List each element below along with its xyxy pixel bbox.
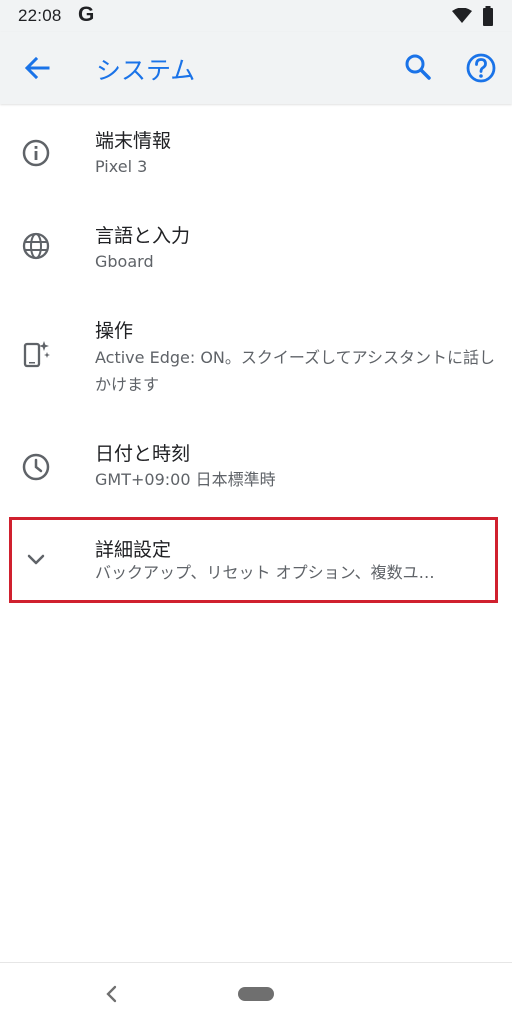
google-icon: G <box>78 3 95 26</box>
item-title: 端末情報 <box>95 130 172 152</box>
item-subtitle: Pixel 3 <box>95 157 148 176</box>
status-bar: 22:08 G <box>0 0 512 32</box>
home-pill-button[interactable] <box>238 987 274 1001</box>
item-title: 言語と入力 <box>95 225 191 247</box>
item-subtitle: Active Edge: ON。スクイーズしてアシスタントに話しかけます <box>95 348 495 394</box>
list-item-date-time[interactable]: 日付と時刻 GMT+09:00 日本標準時 <box>0 414 512 514</box>
app-bar: システム <box>0 32 512 104</box>
highlight-box <box>9 517 498 603</box>
navigation-bar <box>0 962 512 1025</box>
clock-icon <box>22 453 50 481</box>
back-arrow-icon[interactable] <box>18 54 54 82</box>
list-item-gestures[interactable]: 操作 Active Edge: ON。スクイーズしてアシスタントに話しかけます <box>0 294 512 414</box>
battery-icon <box>483 6 493 26</box>
phone-gesture-icon <box>23 341 50 368</box>
wifi-icon <box>452 8 472 23</box>
list-item-device-info[interactable]: 端末情報 Pixel 3 <box>0 104 512 199</box>
help-icon[interactable] <box>463 50 499 86</box>
search-icon[interactable] <box>401 50 435 84</box>
info-icon <box>22 139 50 167</box>
nav-back-icon[interactable] <box>102 983 122 1005</box>
list-item-language-input[interactable]: 言語と入力 Gboard <box>0 199 512 294</box>
status-time: 22:08 <box>18 6 62 25</box>
item-title: 日付と時刻 <box>95 443 191 465</box>
globe-icon <box>22 232 50 260</box>
item-subtitle: Gboard <box>95 252 154 271</box>
item-title: 操作 <box>95 320 134 342</box>
item-subtitle: GMT+09:00 日本標準時 <box>95 470 276 489</box>
page-title: システム <box>96 56 196 85</box>
